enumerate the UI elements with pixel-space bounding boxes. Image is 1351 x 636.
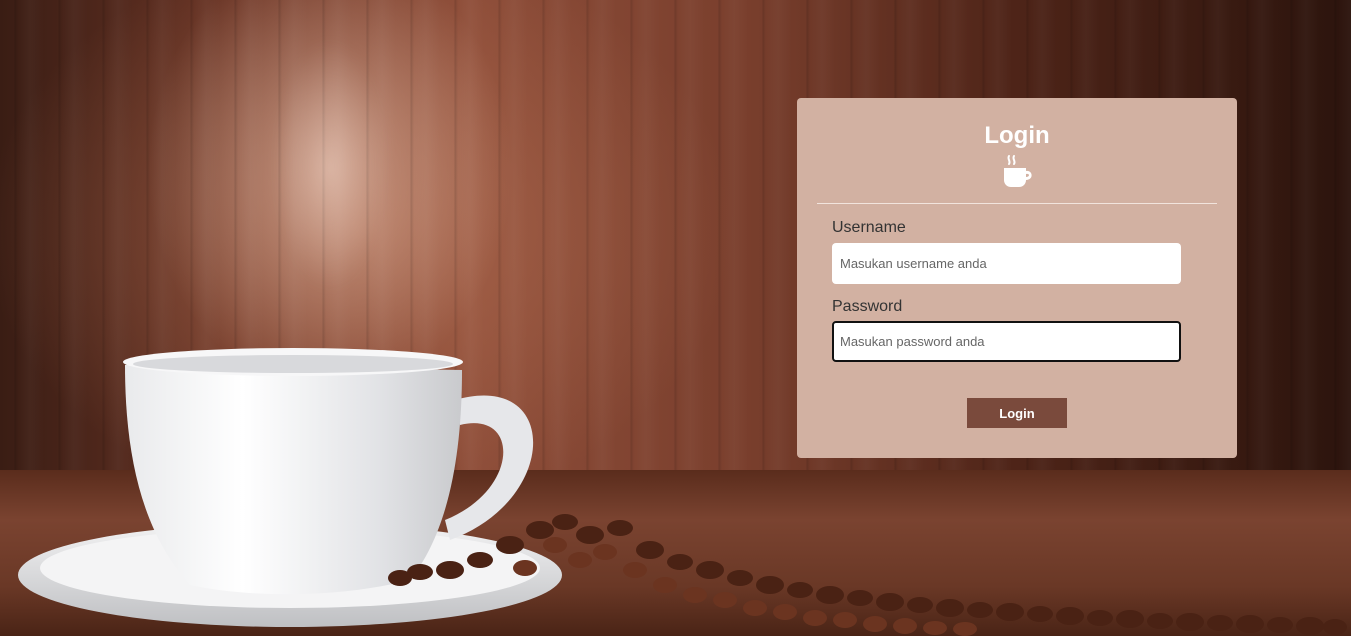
coffee-beans-image [320, 500, 1351, 636]
coffee-cup-icon [999, 154, 1035, 190]
login-page: Login Username Password Login [0, 0, 1351, 636]
login-button[interactable]: Login [967, 398, 1067, 428]
username-label: Username [832, 219, 906, 236]
username-input[interactable] [832, 243, 1181, 284]
password-label: Password [832, 298, 903, 315]
login-title: Login [984, 122, 1050, 149]
steam-decoration [220, 0, 440, 330]
title-divider [817, 203, 1217, 204]
login-card: Login Username Password Login [797, 98, 1237, 458]
password-input[interactable] [832, 321, 1181, 362]
